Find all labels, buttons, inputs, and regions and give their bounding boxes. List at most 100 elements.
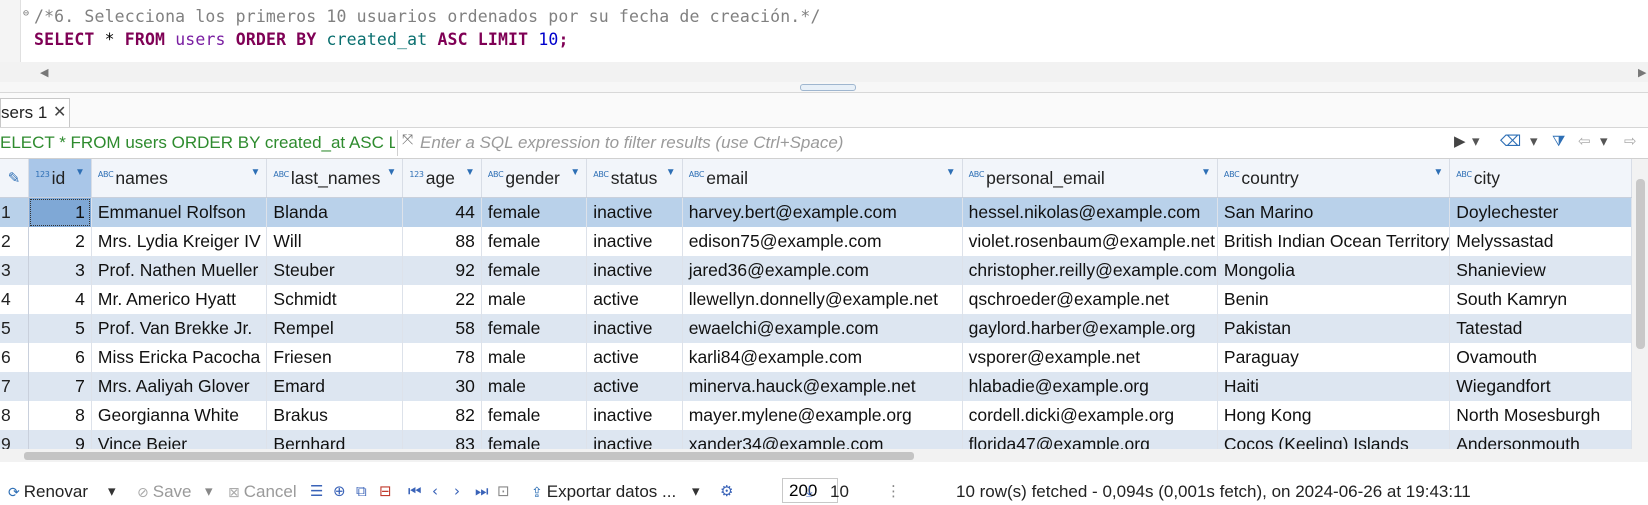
results-grid[interactable]: ✎ 123 id ▼ ABC names ▼ ABC last_names ▼ 123 age… [0, 159, 1632, 449]
table-cell[interactable]: jared36@example.com [682, 256, 963, 285]
history-dropdown-icon[interactable]: ▾ [1600, 132, 1608, 150]
table-cell[interactable]: female [481, 430, 588, 449]
column-header-email[interactable]: ABC email ▼ [682, 159, 963, 198]
fetch-all-icon[interactable]: ⊡ [497, 482, 510, 500]
table-row[interactable]: 2 2 Mrs. Lydia Kreiger IV Will 88 female inact… [0, 227, 1632, 256]
forward-arrow-icon[interactable]: ⇨ [1624, 132, 1637, 150]
table-cell[interactable]: British Indian Ocean Territory [1217, 227, 1451, 256]
table-cell[interactable]: active [586, 343, 683, 372]
cancel-button[interactable]: ⊠ Cancel [228, 482, 297, 502]
table-cell[interactable]: Brakus [266, 401, 404, 430]
column-header-city[interactable]: ABC city [1449, 159, 1632, 198]
fold-marker-icon[interactable]: ⊖ [23, 8, 29, 19]
table-cell[interactable]: 44 [402, 197, 482, 227]
table-cell[interactable]: Will [266, 227, 404, 256]
column-header-id[interactable]: 123 id ▼ [28, 159, 92, 198]
table-row[interactable]: 9 9 Vince Beier Bernhard 83 female inactive xan… [0, 430, 1632, 449]
table-cell[interactable]: inactive [586, 256, 683, 285]
eraser-icon[interactable]: ⌫ [1500, 132, 1521, 150]
table-cell[interactable]: gaylord.harber@example.org [962, 314, 1218, 343]
table-cell[interactable]: Paraguay [1217, 343, 1451, 372]
table-cell[interactable]: Steuber [266, 256, 404, 285]
table-cell[interactable]: harvey.bert@example.com [682, 197, 963, 227]
table-cell[interactable]: Mrs. Lydia Kreiger IV [91, 227, 268, 256]
table-cell[interactable]: female [481, 314, 588, 343]
table-cell[interactable]: Miss Ericka Pacocha [91, 343, 268, 372]
column-header-gender[interactable]: ABC gender ▼ [481, 159, 588, 198]
table-cell[interactable]: male [481, 343, 588, 372]
column-header-status[interactable]: ABC status ▼ [586, 159, 683, 198]
table-row[interactable]: 3 3 Prof. Nathen Mueller Steuber 92 female ina… [0, 256, 1632, 285]
splitter-grip-icon[interactable] [800, 84, 856, 91]
column-header-country[interactable]: ABC country ▼ [1217, 159, 1451, 198]
table-cell[interactable]: South Kamryn [1449, 285, 1632, 314]
table-cell[interactable]: 58 [402, 314, 482, 343]
table-cell[interactable]: Pakistan [1217, 314, 1451, 343]
edit-row-icon[interactable]: ☰ [310, 482, 323, 500]
eraser-dropdown-icon[interactable]: ▾ [1530, 132, 1538, 150]
table-cell[interactable]: Mrs. Aaliyah Glover [91, 372, 268, 401]
table-cell[interactable]: 6 [28, 343, 92, 372]
table-row[interactable]: 4 4 Mr. Americo Hyatt Schmidt 22 male active ll… [0, 285, 1632, 314]
scroll-left-icon[interactable]: ◀ [40, 66, 48, 79]
panel-splitter[interactable] [0, 82, 1648, 93]
table-cell[interactable]: active [586, 372, 683, 401]
table-cell[interactable]: female [481, 256, 588, 285]
table-cell[interactable]: Bernhard [266, 430, 404, 449]
table-cell[interactable]: inactive [586, 401, 683, 430]
table-row[interactable]: 1 1 Emmanuel Rolfson Blanda 44 female inactive… [0, 197, 1632, 227]
table-cell[interactable]: christopher.reilly@example.com [962, 256, 1218, 285]
table-cell[interactable]: minerva.hauck@example.net [682, 372, 963, 401]
back-arrow-icon[interactable]: ⇦ [1578, 132, 1591, 150]
grid-horizontal-scrollbar[interactable] [0, 449, 1648, 462]
table-cell[interactable]: qschroeder@example.net [962, 285, 1218, 314]
column-menu-icon[interactable]: ▼ [1433, 167, 1443, 178]
table-row[interactable]: 5 5 Prof. Van Brekke Jr. Rempel 58 female inac… [0, 314, 1632, 343]
table-cell[interactable]: Rempel [266, 314, 404, 343]
first-page-icon[interactable]: ⏮ [408, 482, 422, 500]
scroll-right-icon[interactable]: ▶ [1638, 66, 1646, 79]
table-cell[interactable]: male [481, 372, 588, 401]
table-cell[interactable]: female [481, 197, 588, 227]
editor-horizontal-scrollbar[interactable]: ◀ ▶ [0, 62, 1648, 82]
table-cell[interactable]: 82 [402, 401, 482, 430]
table-cell[interactable]: 30 [402, 372, 482, 401]
column-header-personal-email[interactable]: ABC personal_email ▼ [962, 159, 1218, 198]
table-cell[interactable]: 7 [28, 372, 92, 401]
table-cell[interactable]: Doylechester [1449, 197, 1632, 227]
column-header-names[interactable]: ABC names ▼ [91, 159, 268, 198]
scrollbar-thumb[interactable] [1636, 179, 1645, 349]
table-cell[interactable]: active [586, 285, 683, 314]
table-cell[interactable]: 78 [402, 343, 482, 372]
table-cell[interactable]: Emmanuel Rolfson [91, 197, 268, 227]
table-cell[interactable]: cordell.dicki@example.org [962, 401, 1218, 430]
table-cell[interactable]: Emard [266, 372, 404, 401]
table-cell[interactable]: karli84@example.com [682, 343, 963, 372]
column-menu-icon[interactable]: ▼ [386, 167, 396, 178]
table-cell[interactable]: Wiegandfort [1449, 372, 1632, 401]
table-cell[interactable]: 9 [28, 430, 92, 449]
table-cell[interactable]: female [481, 401, 588, 430]
column-menu-icon[interactable]: ▼ [946, 167, 956, 178]
settings-gear-icon[interactable]: ⚙ [720, 482, 733, 500]
export-data-button[interactable]: ⇪ Exportar datos ... [531, 482, 676, 502]
export-dropdown-icon[interactable]: ▾ [692, 482, 700, 500]
column-menu-icon[interactable]: ▼ [75, 167, 85, 178]
table-cell[interactable]: inactive [586, 430, 683, 449]
filter-history-dropdown-icon[interactable]: ▾ [1472, 132, 1480, 150]
table-cell[interactable]: violet.rosenbaum@example.net [962, 227, 1218, 256]
table-cell[interactable]: 5 [28, 314, 92, 343]
table-cell[interactable]: xander34@example.com [682, 430, 963, 449]
next-page-icon[interactable]: › [454, 482, 460, 500]
table-cell[interactable]: Melyssastad [1449, 227, 1632, 256]
table-cell[interactable]: Cocos (Keeling) Islands [1217, 430, 1451, 449]
table-cell[interactable]: Andersonmouth [1449, 430, 1632, 449]
delete-row-icon[interactable]: ⊟ [379, 482, 392, 500]
refresh-button[interactable]: ⟳ Renovar [8, 482, 88, 502]
table-cell[interactable]: Prof. Van Brekke Jr. [91, 314, 268, 343]
table-cell[interactable]: male [481, 285, 588, 314]
table-cell[interactable]: llewellyn.donnelly@example.net [682, 285, 963, 314]
column-menu-icon[interactable]: ▼ [570, 167, 580, 178]
play-filter-icon[interactable]: ▶ [1454, 132, 1466, 150]
previous-page-icon[interactable]: ‹ [432, 482, 438, 500]
